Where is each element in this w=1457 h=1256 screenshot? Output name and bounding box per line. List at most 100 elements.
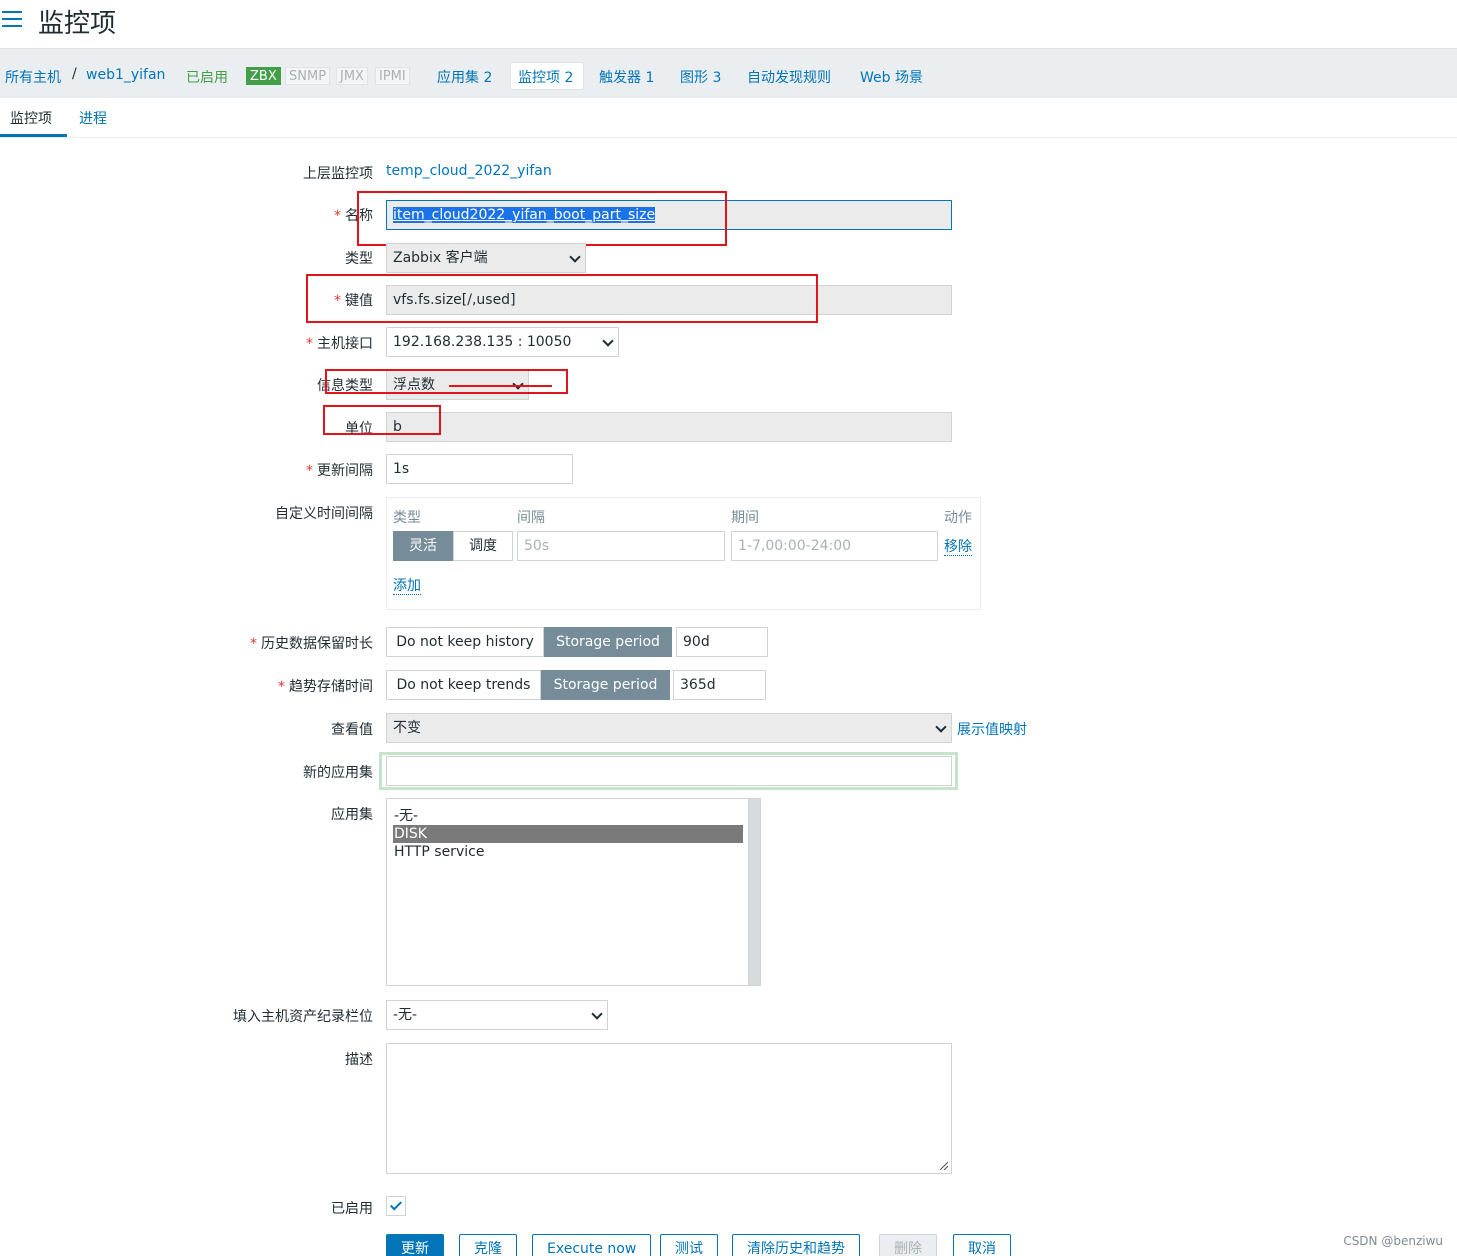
trends-label-text: 趋势存储时间: [289, 679, 373, 695]
interface-select[interactable]: 192.168.238.135 : 10050: [386, 327, 619, 357]
valuemap-select[interactable]: 不变: [386, 713, 952, 743]
breadcrumb-all-hosts[interactable]: 所有主机: [5, 67, 61, 87]
add-interval-link[interactable]: 添加: [393, 578, 421, 595]
badge-zbx: ZBX: [246, 67, 281, 85]
update-button[interactable]: 更新: [386, 1234, 444, 1256]
checkmark-icon: [389, 1198, 403, 1211]
interval-label-text: 更新间隔: [317, 463, 373, 479]
interval-label: * 更新间隔: [306, 463, 373, 479]
test-button[interactable]: 测试: [660, 1234, 718, 1256]
inventory-select[interactable]: -无-: [386, 1000, 608, 1030]
tab-discovery-rules[interactable]: 自动发现规则: [747, 67, 831, 87]
valuemap-label: 查看值: [331, 722, 373, 738]
hamburger-menu-icon[interactable]: [2, 11, 22, 27]
name-input-value: item_cloud2022_yifan_boot_part_size: [393, 207, 656, 223]
badge-snmp: SNMP: [285, 67, 331, 85]
inventory-label: 填入主机资产纪录栏位: [233, 1009, 373, 1025]
resize-handle-icon[interactable]: [939, 1161, 948, 1170]
info-type-select-value: 浮点数: [393, 377, 435, 393]
name-label: * 名称: [334, 208, 373, 224]
trends-storage-period-button[interactable]: Storage period: [541, 670, 670, 700]
list-item[interactable]: HTTP service: [393, 843, 743, 861]
col-interval: 间隔: [517, 510, 545, 526]
custom-period-placeholder: 1-7,00:00-24:00: [738, 538, 852, 554]
scheduling-toggle[interactable]: 调度: [453, 531, 513, 561]
history-storage-period-button[interactable]: Storage period: [544, 627, 672, 657]
delete-button: 删除: [879, 1234, 937, 1256]
inventory-select-value: -无-: [393, 1007, 418, 1023]
trends-input[interactable]: 365d: [673, 670, 766, 700]
clear-history-button[interactable]: 清除历史和趋势: [732, 1234, 860, 1256]
chevron-down-icon: [591, 1008, 603, 1020]
custom-period-input[interactable]: 1-7,00:00-24:00: [731, 531, 938, 561]
host-status[interactable]: 已启用: [186, 67, 228, 87]
parent-item-label: 上层监控项: [303, 166, 373, 182]
title-bar: 监控项: [0, 0, 1457, 48]
breadcrumb-separator: /: [72, 66, 77, 82]
page-title: 监控项: [38, 9, 117, 39]
chevron-down-icon: [512, 378, 524, 390]
custom-interval-input[interactable]: 50s: [517, 531, 725, 561]
host-navigation: 所有主机 / web1_yifan 已启用 ZBX SNMP JMX IPMI …: [0, 48, 1457, 98]
breadcrumb-host[interactable]: web1_yifan: [86, 67, 165, 83]
col-action: 动作: [944, 510, 972, 526]
new-application-label: 新的应用集: [303, 765, 373, 781]
type-select[interactable]: Zabbix 客户端: [386, 243, 586, 273]
trends-do-not-keep-button[interactable]: Do not keep trends: [386, 670, 541, 700]
tab-web-scenarios[interactable]: Web 场景: [860, 67, 923, 87]
custom-interval-placeholder: 50s: [524, 538, 550, 554]
applications-listbox[interactable]: -无- DISK HTTP service: [386, 798, 761, 986]
history-do-not-keep-button[interactable]: Do not keep history: [386, 627, 544, 657]
interval-input-value: 1s: [393, 461, 410, 477]
chevron-down-icon: [935, 721, 947, 733]
tab-item[interactable]: 监控项: [10, 108, 52, 128]
history-input[interactable]: 90d: [676, 627, 768, 657]
history-label: * 历史数据保留时长: [250, 636, 373, 652]
col-type: 类型: [393, 510, 421, 526]
new-application-input[interactable]: [386, 756, 952, 786]
description-textarea[interactable]: [386, 1043, 952, 1174]
watermark: CSDN @benziwu: [1343, 1234, 1443, 1248]
description-label: 描述: [345, 1052, 373, 1068]
key-label: * 键值: [334, 293, 373, 309]
key-label-text: 键值: [345, 293, 373, 309]
form-tabs: 监控项 进程: [0, 98, 1457, 138]
show-value-mappings-link[interactable]: 展示值映射: [957, 719, 1027, 739]
key-input-value: vfs.fs.size[/,used]: [393, 292, 516, 308]
tab-graphs[interactable]: 图形 3: [680, 67, 721, 87]
type-label: 类型: [345, 251, 373, 267]
valuemap-select-value: 不变: [393, 720, 421, 736]
active-tab-indicator: [0, 134, 67, 137]
cancel-button[interactable]: 取消: [953, 1234, 1011, 1256]
tab-preprocessing[interactable]: 进程: [79, 108, 107, 128]
enabled-checkbox[interactable]: [386, 1196, 406, 1216]
type-select-value: Zabbix 客户端: [393, 250, 488, 266]
annotation-underline: [449, 385, 552, 387]
name-input[interactable]: item_cloud2022_yifan_boot_part_size: [386, 200, 952, 230]
key-input[interactable]: vfs.fs.size[/,used]: [386, 285, 952, 315]
list-item[interactable]: -无-: [393, 807, 743, 825]
custom-intervals-table: 类型 间隔 期间 动作 灵活 调度 50s 1-7,00:00-24:00 移除…: [386, 497, 981, 610]
custom-intervals-label: 自定义时间间隔: [275, 506, 373, 522]
list-item-selected[interactable]: DISK: [393, 825, 743, 843]
applications-label: 应用集: [331, 807, 373, 823]
execute-now-button[interactable]: Execute now: [532, 1234, 652, 1256]
history-label-text: 历史数据保留时长: [261, 636, 373, 652]
interval-input[interactable]: 1s: [386, 454, 573, 484]
flexible-toggle[interactable]: 灵活: [393, 531, 453, 561]
units-input-value: b: [393, 419, 402, 435]
listbox-scrollbar[interactable]: [748, 799, 760, 985]
trends-label: * 趋势存储时间: [278, 679, 373, 695]
name-label-text: 名称: [345, 208, 373, 224]
parent-item-link[interactable]: temp_cloud_2022_yifan: [386, 163, 552, 179]
units-input[interactable]: b: [386, 412, 952, 442]
chevron-down-icon: [602, 335, 614, 347]
tab-triggers[interactable]: 触发器 1: [599, 67, 654, 87]
tab-applications[interactable]: 应用集 2: [437, 67, 492, 87]
badge-jmx: JMX: [336, 67, 368, 85]
remove-interval-link[interactable]: 移除: [944, 539, 972, 556]
col-period: 期间: [731, 510, 759, 526]
clone-button[interactable]: 克隆: [459, 1234, 517, 1256]
tab-items[interactable]: 监控项 2: [510, 62, 584, 90]
interface-label-text: 主机接口: [317, 336, 373, 352]
